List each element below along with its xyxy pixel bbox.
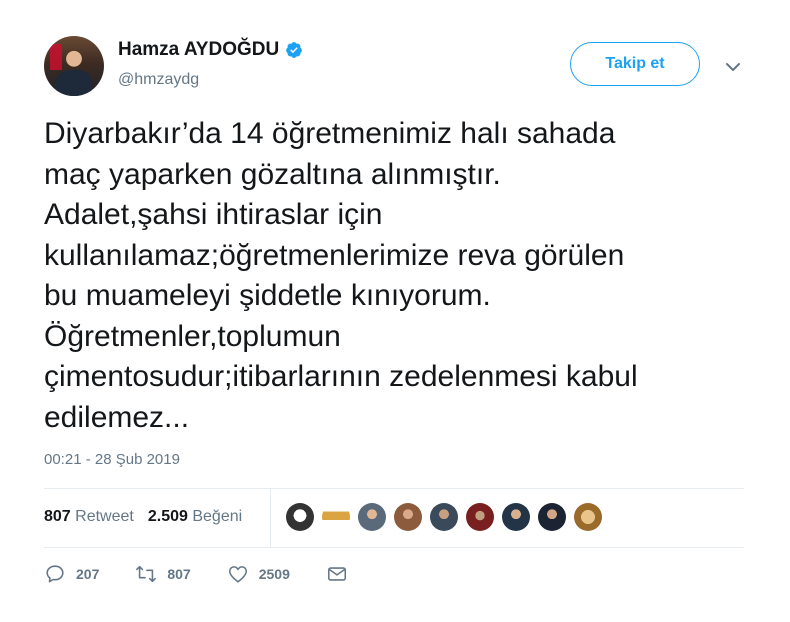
retweet-action-count: 807 [167, 566, 191, 582]
liker-avatar[interactable] [466, 503, 494, 531]
retweet-icon [136, 565, 157, 583]
like-action-count: 2509 [258, 566, 290, 582]
author-name[interactable]: Hamza AYDOĞDU [118, 39, 279, 61]
stats-vertical-divider [270, 489, 271, 547]
flag-shape [50, 44, 62, 70]
like-button[interactable]: 2509 [227, 563, 290, 585]
like-stat-count: 2.509 [147, 508, 188, 525]
direct-message-button[interactable] [326, 563, 358, 585]
envelope-icon [327, 567, 346, 581]
stats-bottom-divider [44, 547, 744, 548]
author-name-row[interactable]: Hamza AYDOĞDU [118, 39, 303, 61]
follow-button[interactable]: Takip et [570, 42, 700, 86]
liker-avatar[interactable] [322, 503, 350, 531]
heart-icon [228, 566, 247, 583]
like-stat-label: Beğeni [192, 508, 243, 525]
tweet-text: Diyarbakır’da 14 öğretmenimiz halı sahad… [44, 117, 638, 434]
stats-top-divider [44, 488, 744, 489]
avatar-suit-shape [56, 70, 92, 96]
profile-avatar[interactable] [44, 36, 104, 96]
engagement-stats: 807 Retweet 2.509 Beğeni [44, 508, 256, 526]
liker-avatar[interactable] [502, 503, 530, 531]
liker-avatar[interactable] [574, 503, 602, 531]
likers-avatars [286, 503, 610, 531]
verified-badge-icon [286, 42, 303, 58]
liker-avatar[interactable] [286, 503, 314, 531]
author-handle[interactable]: @hmzaydg [118, 71, 199, 89]
tweet-timestamp[interactable]: 00:21 - 28 Şub 2019 [44, 451, 180, 468]
retweet-stat-count: 807 [44, 508, 71, 525]
liker-avatar[interactable] [394, 503, 422, 531]
reply-icon [46, 565, 64, 583]
liker-avatar[interactable] [538, 503, 566, 531]
retweet-stat-label: Retweet [75, 508, 134, 525]
reply-button[interactable]: 207 [44, 563, 99, 585]
liker-avatar[interactable] [430, 503, 458, 531]
chevron-down-icon[interactable] [725, 59, 741, 75]
reply-count: 207 [76, 566, 100, 582]
liker-avatar[interactable] [358, 503, 386, 531]
tweet-actions: 207 807 2509 [44, 563, 394, 585]
retweet-stat[interactable]: 807 Retweet [44, 508, 134, 526]
like-stat[interactable]: 2.509 Beğeni [148, 508, 242, 526]
retweet-button[interactable]: 807 [135, 563, 191, 585]
